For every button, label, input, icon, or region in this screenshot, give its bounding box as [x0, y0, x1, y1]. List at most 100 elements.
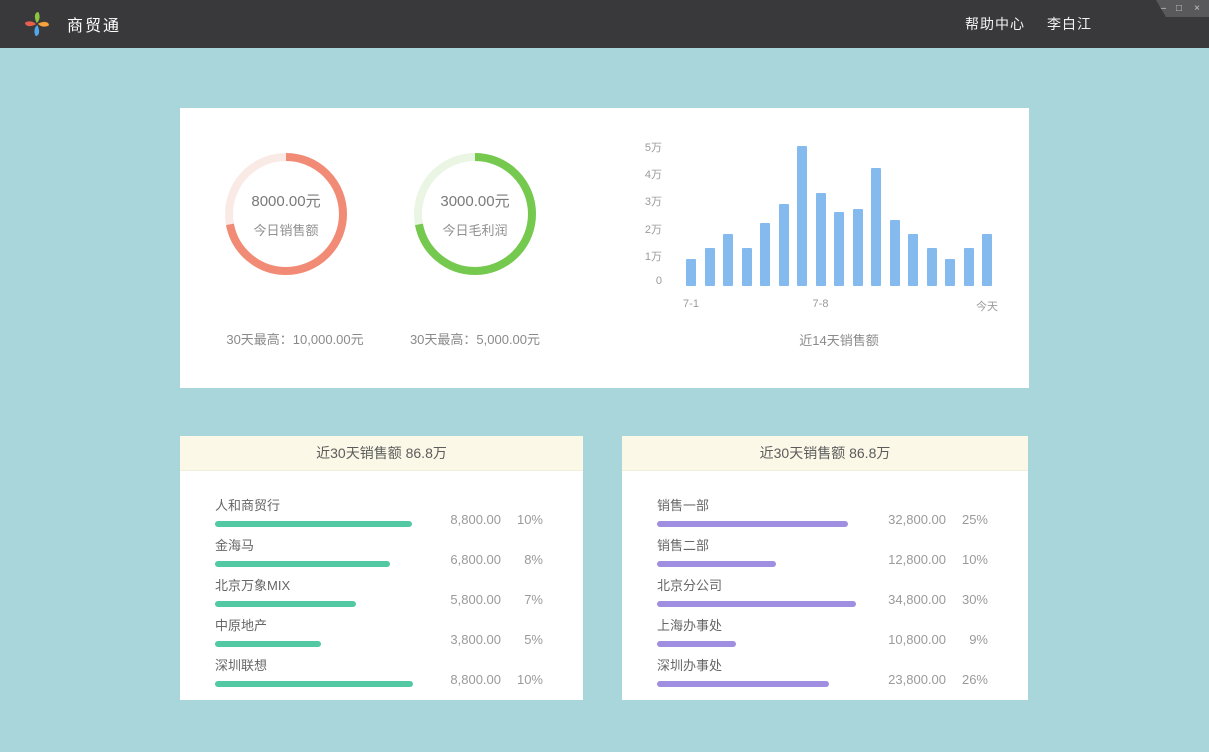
- y-axis-tick-label: 2万: [620, 221, 662, 237]
- bar: [686, 259, 696, 286]
- list-item: 深圳联想8,800.0010%: [215, 647, 543, 687]
- rank-item-amount: 3,800.00: [429, 632, 501, 647]
- today-profit-ring: 3000.00元 今日毛利润: [413, 152, 537, 276]
- bar-chart-title: 近14天销售额: [686, 330, 992, 349]
- rank-item-percent: 9%: [946, 632, 988, 647]
- rank-item-name: 销售二部: [657, 535, 874, 554]
- rank-item-amount: 12,800.00: [874, 552, 946, 567]
- bar: [927, 248, 937, 286]
- customer-sales-card: 近30天销售额 86.8万 人和商贸行8,800.0010%金海马6,800.0…: [180, 436, 583, 700]
- rank-item-amount: 5,800.00: [429, 592, 501, 607]
- window-controls: — □ ×: [1147, 0, 1209, 17]
- rank-item-bar: [657, 641, 736, 647]
- list-item: 上海办事处10,800.009%: [657, 607, 988, 647]
- bar: [779, 204, 789, 286]
- titlebar-nav: 帮助中心 李白江: [965, 0, 1092, 48]
- rank-item-bar: [215, 601, 356, 607]
- rank-item-percent: 7%: [501, 592, 543, 607]
- rank-item-bar: [215, 521, 412, 527]
- today-profit-caption: 今日毛利润: [442, 220, 507, 239]
- today-sales-ring: 8000.00元 今日销售额: [224, 152, 348, 276]
- bar: [723, 234, 733, 286]
- rank-item-amount: 8,800.00: [429, 672, 501, 687]
- app-title: 商贸通: [67, 12, 121, 36]
- bar: [797, 146, 807, 286]
- bar: [760, 223, 770, 286]
- rank-item-bar: [657, 601, 856, 607]
- x-axis-tick-label: 7-1: [683, 298, 699, 310]
- rank-item-name: 北京万象MIX: [215, 575, 429, 594]
- y-axis-tick-label: 4万: [620, 166, 662, 182]
- bar: [816, 193, 826, 286]
- rank-item-name: 深圳办事处: [657, 655, 874, 674]
- department-sales-header: 近30天销售额 86.8万: [622, 436, 1028, 471]
- bar: [890, 220, 900, 286]
- rank-item-name: 北京分公司: [657, 575, 874, 594]
- y-axis-tick-label: 5万: [620, 139, 662, 155]
- titlebar: 商贸通 帮助中心 李白江 — □ ×: [0, 0, 1209, 48]
- app-logo-pinwheel-icon: [25, 11, 49, 37]
- rank-item-name: 人和商贸行: [215, 495, 429, 514]
- department-sales-card: 近30天销售额 86.8万 销售一部32,800.0025% 销售二部12,800…: [622, 436, 1028, 700]
- list-item: 中原地产3,800.005%: [215, 607, 543, 647]
- rank-item-percent: 10%: [946, 552, 988, 567]
- x-axis-tick-label: 今天: [976, 298, 998, 314]
- bar: [945, 259, 955, 286]
- rank-item-amount: 6,800.00: [429, 552, 501, 567]
- bar: [908, 234, 918, 286]
- bar: [964, 248, 974, 286]
- minimize-icon[interactable]: —: [1156, 0, 1166, 17]
- rank-item-percent: 5%: [501, 632, 543, 647]
- today-sales-value: 8000.00元: [251, 190, 320, 211]
- brand: 商贸通: [25, 11, 121, 37]
- rank-item-bar: [657, 561, 776, 567]
- rank-item-name: 上海办事处: [657, 615, 874, 634]
- bar: [834, 212, 844, 286]
- rank-item-bar: [215, 681, 413, 687]
- rank-item-bar: [215, 561, 390, 567]
- y-axis-tick-label: 1万: [620, 248, 662, 264]
- list-item: 北京万象MIX5,800.007%: [215, 567, 543, 607]
- rank-item-amount: 8,800.00: [429, 512, 501, 527]
- bar: [742, 248, 752, 286]
- sales-30day-max: 30天最高：10,000.00元: [200, 329, 390, 348]
- bar-chart-x-axis: 7-17-8今天: [686, 298, 992, 312]
- rank-item-name: 深圳联想: [215, 655, 429, 674]
- department-sales-list: 销售一部32,800.0025%销售二部12,800.0010%北京分公司34,…: [622, 471, 1028, 687]
- rank-item-amount: 10,800.00: [874, 632, 946, 647]
- rank-item-amount: 32,800.00: [874, 512, 946, 527]
- maximize-icon[interactable]: □: [1174, 0, 1184, 17]
- list-item: 北京分公司34,800.0030%: [657, 567, 988, 607]
- y-axis-tick-label: 0: [620, 275, 662, 287]
- rank-item-name: 金海马: [215, 535, 429, 554]
- rank-item-name: 销售一部: [657, 495, 874, 514]
- rank-item-percent: 30%: [946, 592, 988, 607]
- bar-chart-y-axis: 5万 4万 3万 2万 1万 0: [620, 108, 662, 308]
- rank-item-amount: 23,800.00: [874, 672, 946, 687]
- rank-item-percent: 8%: [501, 552, 543, 567]
- profit-30day-max: 30天最高：5,000.00元: [380, 329, 570, 348]
- rank-item-bar: [657, 681, 829, 687]
- bar: [871, 168, 881, 286]
- customer-sales-list: 人和商贸行8,800.0010%金海马6,800.008%北京万象MIX5,80…: [180, 471, 583, 687]
- bar: [853, 209, 863, 286]
- rank-item-percent: 10%: [501, 672, 543, 687]
- list-item: 销售一部32,800.0025%: [657, 487, 988, 527]
- bar: [705, 248, 715, 286]
- close-icon[interactable]: ×: [1192, 0, 1202, 17]
- rank-item-percent: 26%: [946, 672, 988, 687]
- overview-card: 8000.00元 今日销售额 30天最高：10,000.00元 3000.00元…: [180, 108, 1029, 388]
- rank-item-amount: 34,800.00: [874, 592, 946, 607]
- rank-item-bar: [657, 521, 848, 527]
- y-axis-tick-label: 3万: [620, 193, 662, 209]
- rank-item-percent: 25%: [946, 512, 988, 527]
- rank-item-bar: [215, 641, 321, 647]
- rank-item-percent: 10%: [501, 512, 543, 527]
- x-axis-tick-label: 7-8: [813, 298, 829, 310]
- rank-item-name: 中原地产: [215, 615, 429, 634]
- user-menu[interactable]: 李白江: [1047, 14, 1092, 34]
- list-item: 深圳办事处23,800.0026%: [657, 647, 988, 687]
- list-item: 金海马6,800.008%: [215, 527, 543, 567]
- bar-chart-14days: [686, 144, 992, 286]
- help-center-link[interactable]: 帮助中心: [965, 14, 1025, 34]
